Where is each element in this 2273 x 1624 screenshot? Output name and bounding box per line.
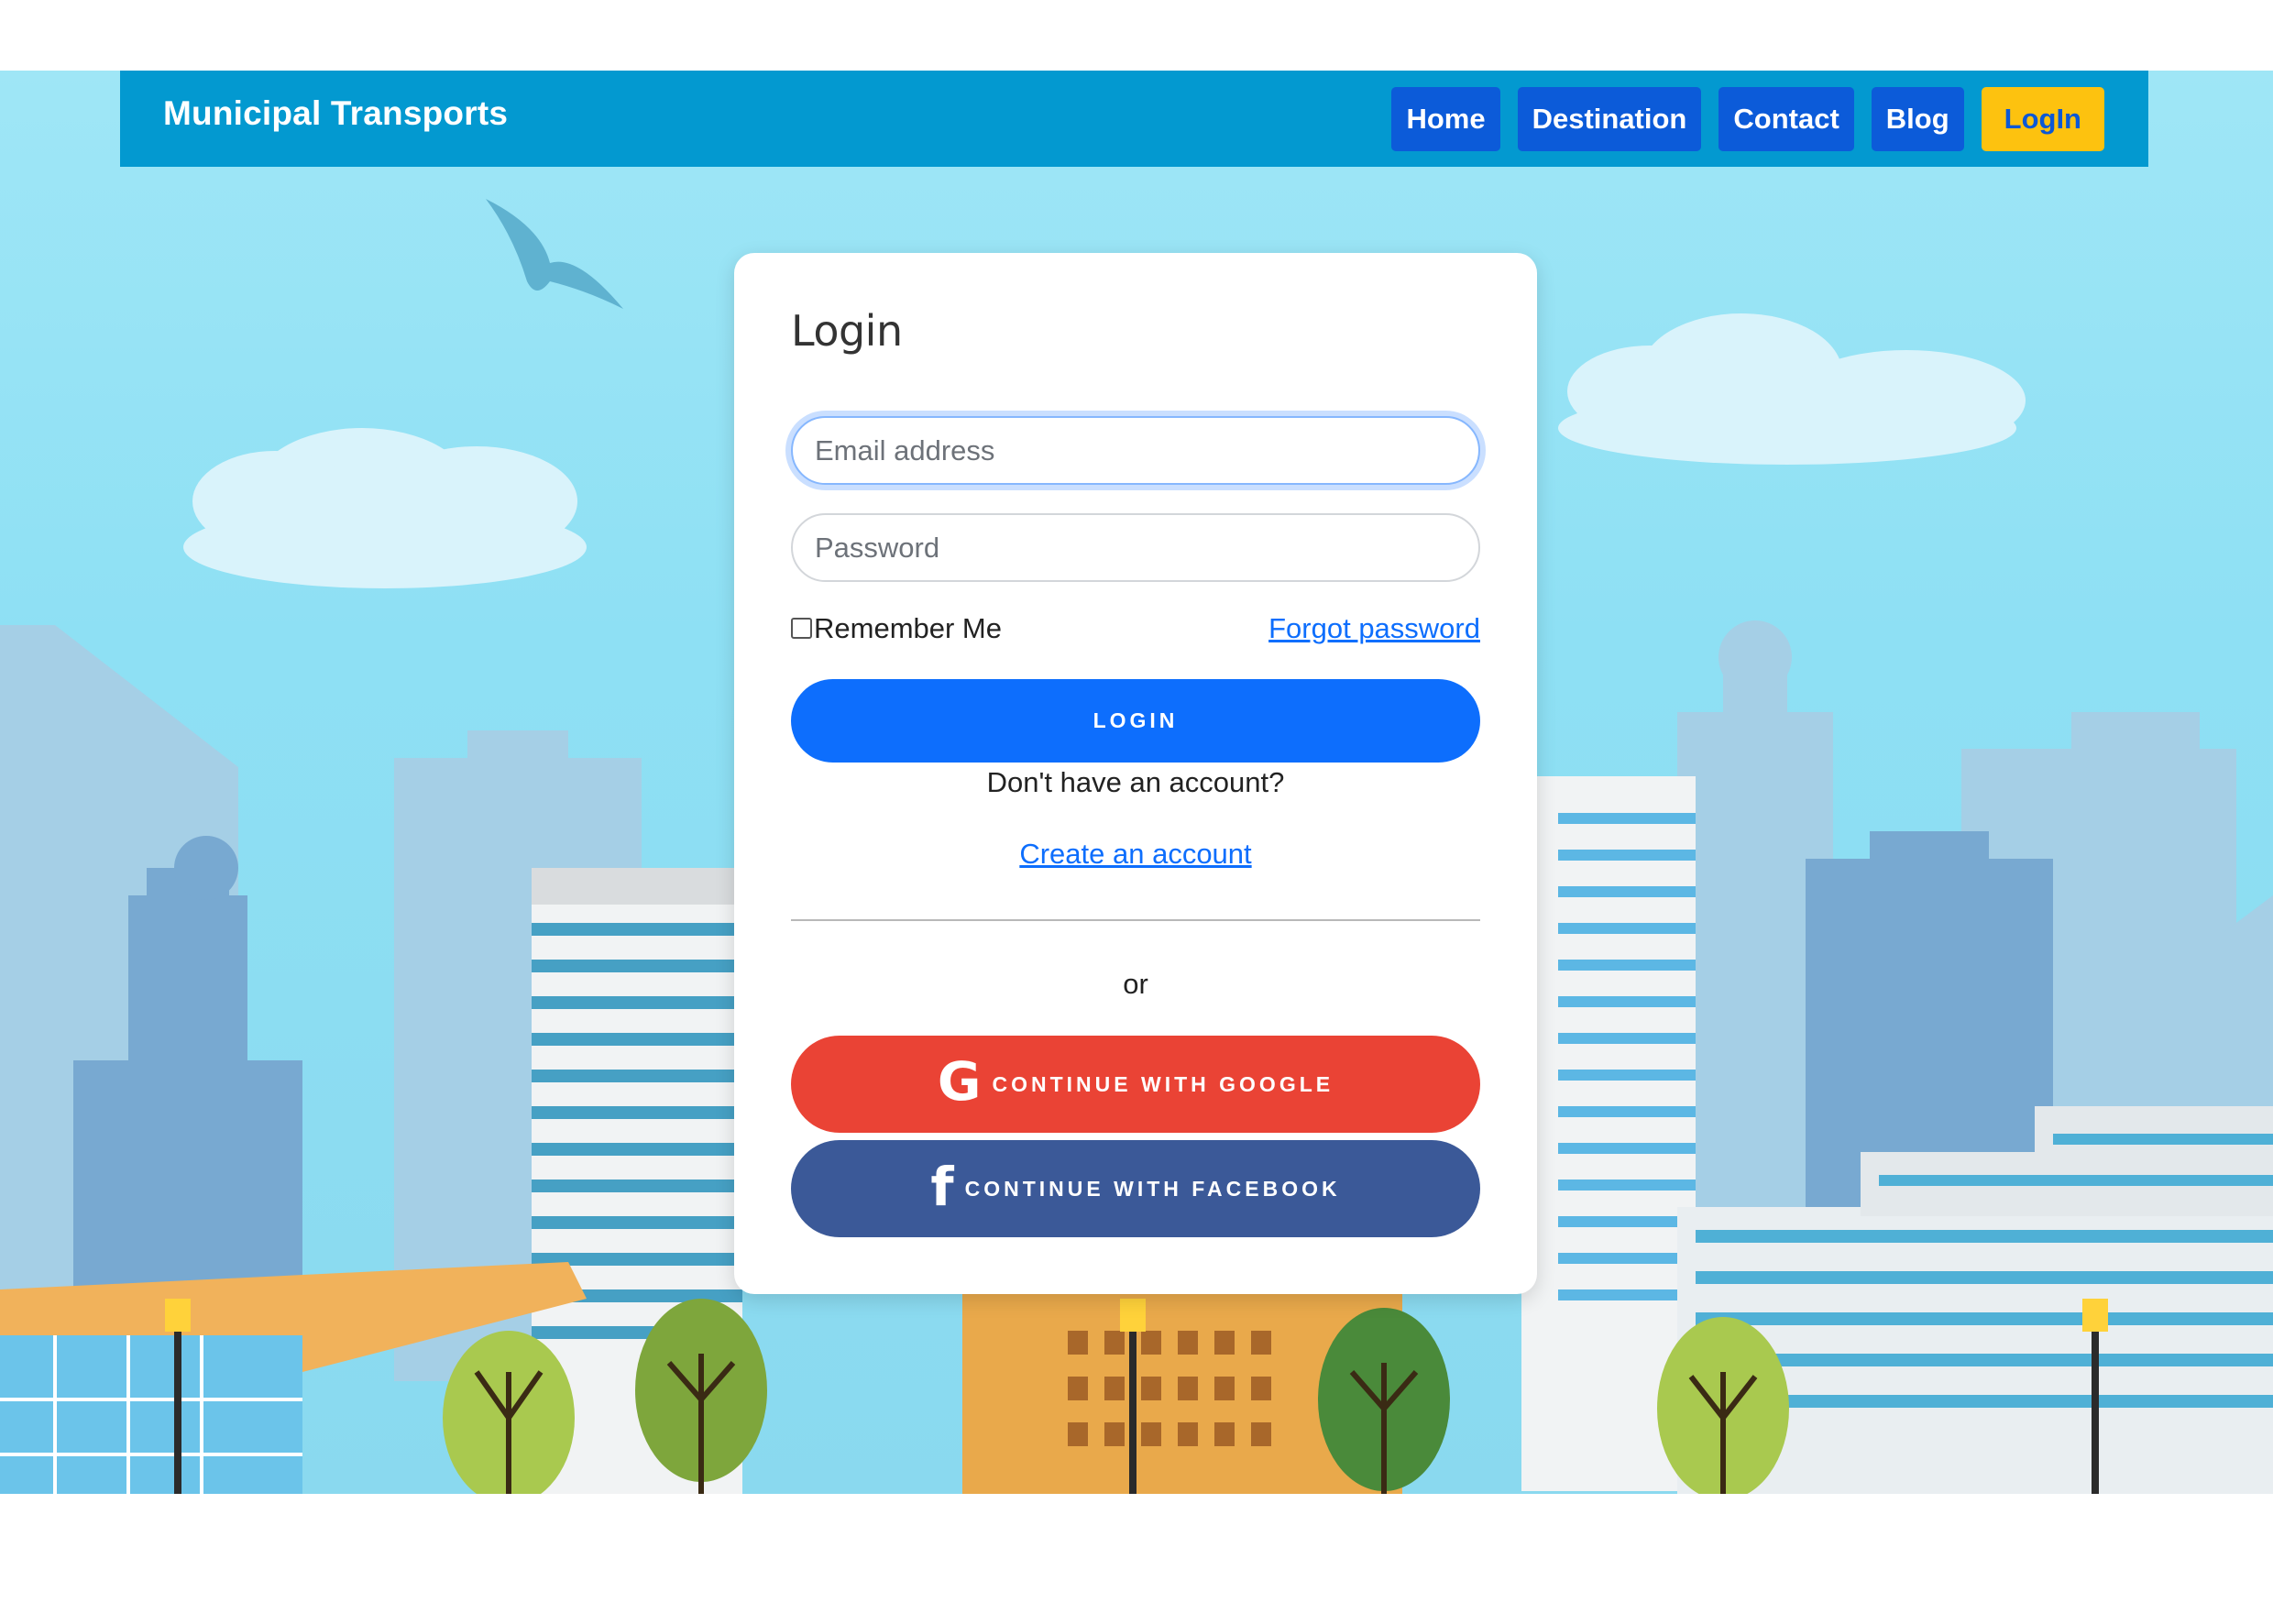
nav-home-button[interactable]: Home	[1391, 86, 1500, 151]
remember-me[interactable]: Remember Me	[791, 612, 1002, 645]
google-button-label: CONTINUE WITH GOOGLE	[992, 1071, 1334, 1096]
remember-me-label: Remember Me	[814, 612, 1002, 644]
continue-with-facebook-button[interactable]: f CONTINUE WITH FACEBOOK	[791, 1140, 1480, 1237]
nav-login-button[interactable]: LogIn	[1981, 86, 2104, 151]
create-account-wrapper: Create an account	[734, 838, 1537, 871]
no-account-text: Don't have an account?	[986, 766, 1285, 798]
facebook-icon: f	[930, 1156, 954, 1218]
login-submit-button[interactable]: LOGIN	[791, 679, 1480, 763]
remember-me-checkbox[interactable]	[791, 617, 812, 639]
brand-title[interactable]: Municipal Transports	[163, 94, 508, 133]
continue-with-google-button[interactable]: G CONTINUE WITH GOOGLE	[791, 1036, 1480, 1133]
page: Municipal Transports Home Destination Co…	[0, 0, 2273, 1624]
email-input[interactable]	[791, 416, 1480, 485]
login-card: Login Remember Me Forgot password LOGIN …	[734, 253, 1537, 1294]
nav-blog-button[interactable]: Blog	[1871, 86, 1964, 151]
password-input[interactable]	[791, 513, 1480, 582]
top-navbar: Municipal Transports Home Destination Co…	[120, 71, 2148, 167]
divider	[791, 919, 1480, 921]
nav-destination-button[interactable]: Destination	[1517, 86, 1702, 151]
or-separator: or	[1123, 968, 1148, 1000]
login-title: Login	[791, 306, 903, 356]
facebook-button-label: CONTINUE WITH FACEBOOK	[964, 1176, 1341, 1201]
google-icon: G	[937, 1050, 982, 1113]
nav-contact-button[interactable]: Contact	[1718, 86, 1854, 151]
remember-row: Remember Me Forgot password	[791, 610, 1480, 647]
nav-links: Home Destination Contact Blog LogIn	[1391, 86, 2104, 151]
forgot-password-link[interactable]: Forgot password	[1268, 612, 1480, 645]
create-account-link[interactable]: Create an account	[1019, 838, 1251, 870]
